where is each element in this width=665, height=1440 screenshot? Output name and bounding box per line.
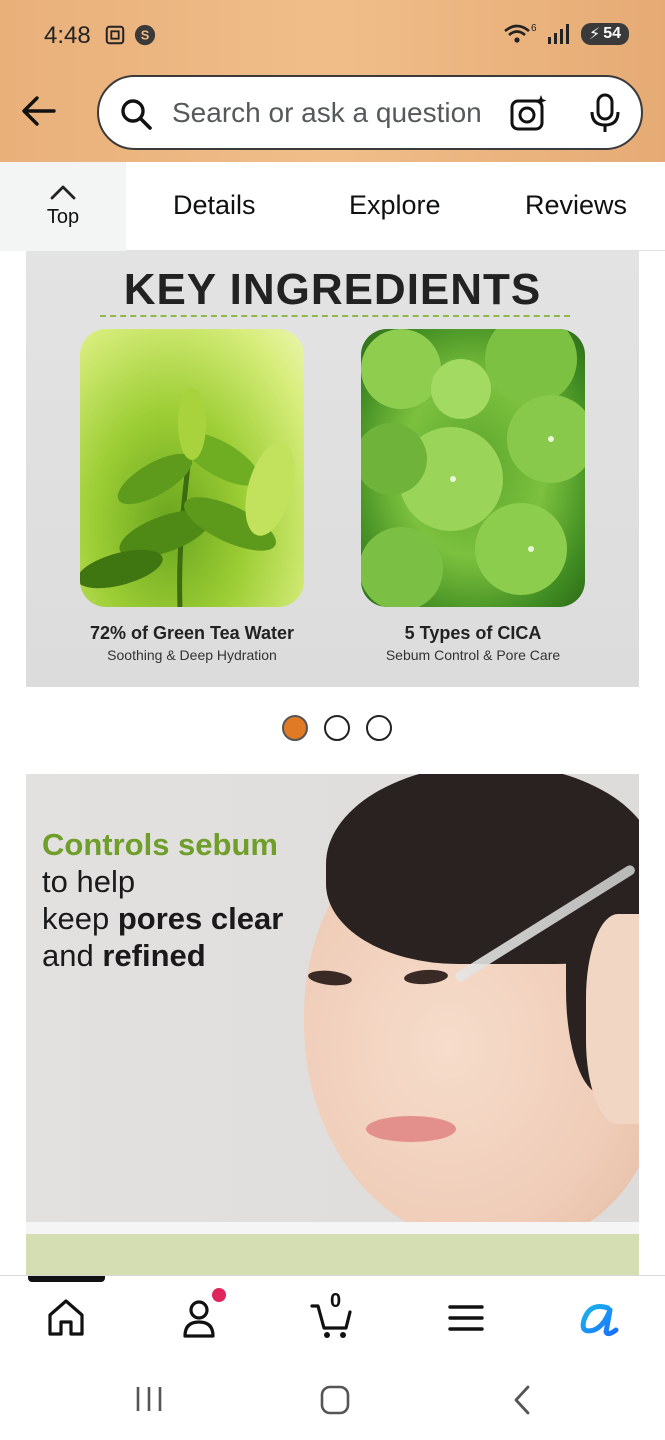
promo-line-1: Controls sebum — [42, 827, 278, 862]
menu-icon — [448, 1305, 484, 1331]
nav-rufus[interactable] — [576, 1296, 620, 1340]
camera-search-icon[interactable] — [509, 93, 549, 133]
ingredient-2-name: 5 Types of CICA — [404, 623, 542, 643]
promo-line-3: keep pores clear — [42, 900, 283, 937]
product-section-tabs: Top Details Explore Reviews — [0, 162, 665, 251]
title-divider — [100, 315, 570, 317]
rufus-icon — [580, 1304, 619, 1337]
search-input[interactable]: Search or ask a question — [172, 97, 482, 129]
home-icon — [48, 1299, 84, 1336]
nav-home[interactable] — [44, 1296, 88, 1340]
status-time: 4:48 — [44, 22, 91, 49]
tab-explore[interactable]: Explore — [349, 190, 441, 221]
notification-dot — [212, 1288, 226, 1302]
model-hand — [586, 914, 639, 1124]
status-right-icons: 6 ⚡ 54 — [503, 22, 629, 46]
battery-level: 54 — [603, 25, 621, 42]
tab-top-label: Top — [46, 206, 80, 228]
carousel-dot[interactable] — [324, 715, 350, 741]
app-s-icon: S — [134, 24, 156, 46]
nav-account[interactable] — [177, 1296, 221, 1340]
model-lips — [366, 1116, 456, 1142]
wifi-icon: 6 — [504, 23, 537, 43]
status-bar: 4:48 S 6 ⚡ 54 — [0, 0, 665, 72]
screenshot-icon — [105, 25, 125, 45]
ingredient-2-desc: Sebum Control & Pore Care — [385, 647, 561, 663]
battery-indicator: ⚡ 54 — [580, 23, 629, 45]
chevron-up-icon — [50, 185, 76, 200]
back-arrow-icon[interactable] — [20, 92, 58, 130]
recent-apps-icon[interactable] — [134, 1383, 164, 1415]
key-ingredients-image[interactable]: KEY INGREDIENTS 72% of Green Tea Water S… — [26, 251, 639, 687]
active-tab-indicator — [28, 1276, 105, 1282]
battery-charging-icon: ⚡ — [588, 26, 601, 43]
search-icon — [121, 99, 152, 130]
tab-reviews[interactable]: Reviews — [525, 190, 627, 221]
nav-menu[interactable] — [444, 1296, 488, 1340]
promo-line-4a: and — [42, 938, 103, 973]
sebum-control-image[interactable]: Controls sebum to help keep pores clear … — [26, 774, 639, 1222]
carousel-dot[interactable] — [282, 715, 308, 741]
status-notification-icons: S — [104, 24, 156, 46]
promo-line-2: to help — [42, 864, 136, 899]
promo-headline: Controls sebum to help keep pores clear … — [42, 826, 283, 974]
account-icon — [183, 1300, 215, 1338]
cica-photo — [361, 329, 585, 607]
system-back-icon[interactable] — [508, 1383, 536, 1417]
key-ingredients-title: KEY INGREDIENTS — [123, 265, 542, 314]
tab-details[interactable]: Details — [173, 190, 256, 221]
tab-top[interactable]: Top — [0, 162, 126, 251]
cell-signal-icon — [547, 24, 569, 44]
svg-text:S: S — [141, 28, 150, 43]
promo-line-4: and refined — [42, 937, 283, 974]
system-navigation-bar — [0, 1357, 665, 1440]
promo-line-4b: refined — [102, 938, 206, 973]
next-image-preview[interactable] — [26, 1234, 639, 1276]
microphone-icon[interactable] — [587, 93, 623, 133]
search-bar[interactable]: Search or ask a question — [97, 75, 643, 150]
ingredient-1-name: 72% of Green Tea Water — [89, 623, 295, 643]
bottom-navigation: 0 — [0, 1275, 665, 1357]
green-tea-photo — [80, 329, 304, 607]
promo-line-3a: keep — [42, 901, 118, 936]
cart-count: 0 — [330, 1290, 342, 1312]
home-button-icon[interactable] — [318, 1383, 352, 1417]
carousel-dot[interactable] — [366, 715, 392, 741]
carousel-dots — [282, 715, 392, 741]
promo-line-3b: pores clear — [117, 901, 284, 936]
wifi-label: 6 — [531, 23, 537, 34]
ingredient-1-desc: Soothing & Deep Hydration — [107, 647, 277, 663]
image-separator — [26, 1222, 639, 1234]
